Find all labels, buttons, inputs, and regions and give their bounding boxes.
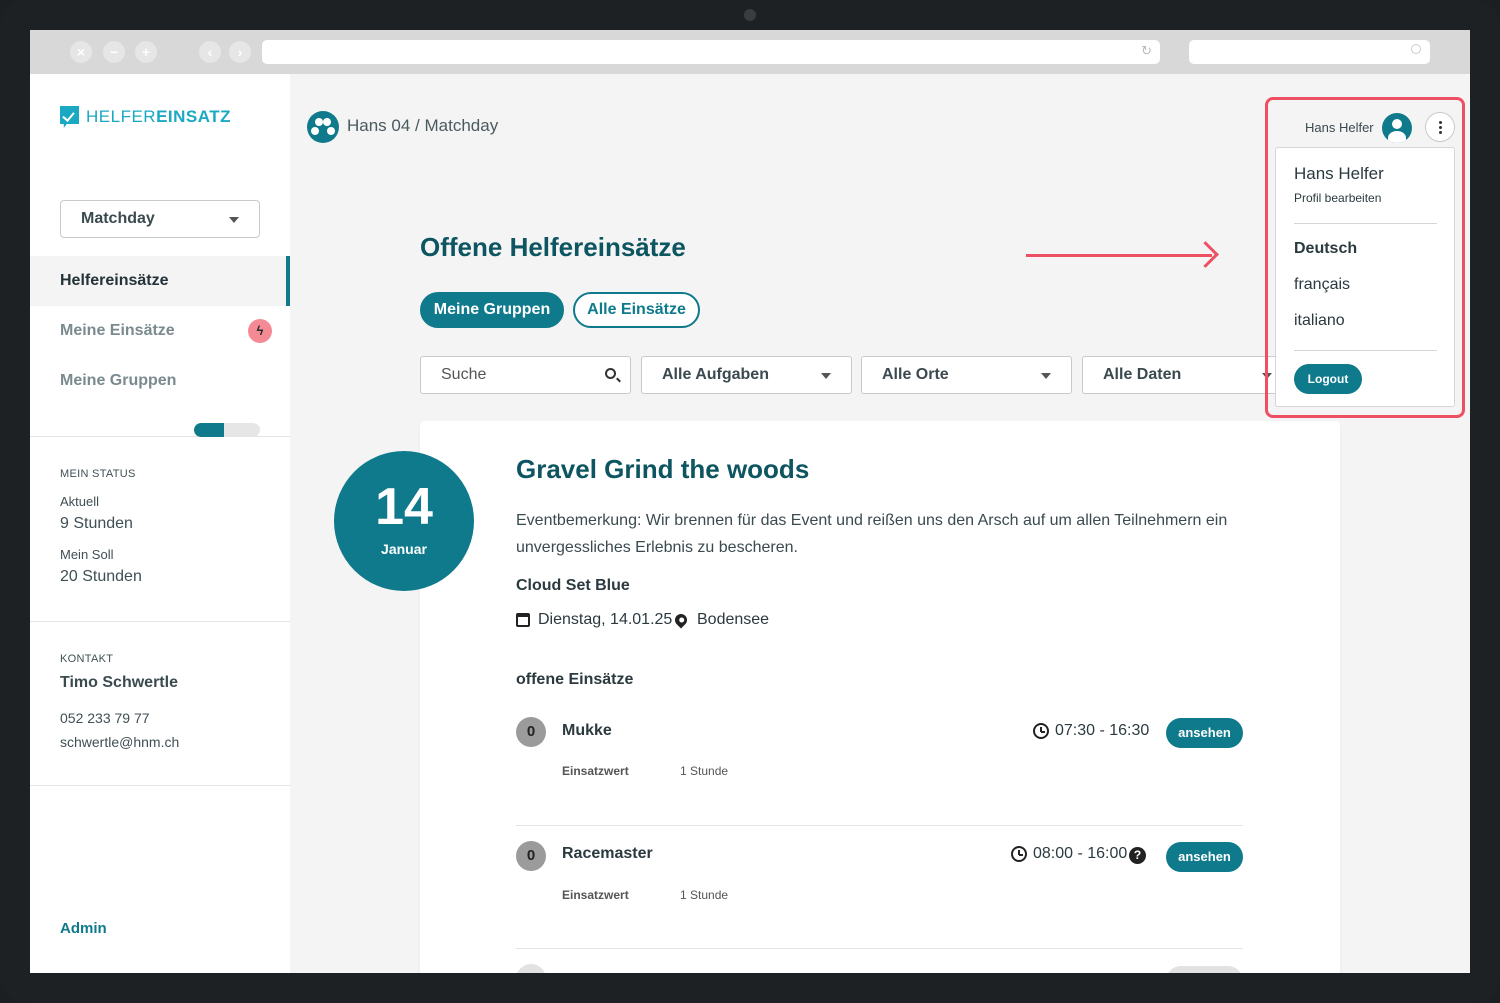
- group-icon-dot: [323, 118, 331, 126]
- address-bar[interactable]: ↻: [262, 40, 1160, 64]
- status-heading: MEIN STATUS: [60, 468, 136, 480]
- task-value: 1 Stunde: [680, 764, 729, 778]
- camera-dot: [744, 9, 756, 21]
- search-icon: [1411, 44, 1421, 54]
- contact-phone[interactable]: 052 233 79 77: [60, 710, 150, 726]
- event-month: Januar: [381, 541, 427, 557]
- event-remark: Eventbemerkung: Wir brennen für das Even…: [516, 512, 1228, 556]
- status-current-label: Aktuell: [60, 494, 100, 509]
- task-divider: [516, 825, 1243, 826]
- device-frame: × − + ‹ › ↻ HELFER EINSATZ Matchday Helf…: [0, 0, 1500, 1003]
- chevron-down-icon: [229, 217, 239, 223]
- sidebar: HELFER EINSATZ Matchday Helfereinsätze M…: [30, 74, 290, 973]
- search-icon: [605, 368, 616, 379]
- view-task-button[interactable]: ansehen: [1166, 842, 1243, 872]
- reload-icon[interactable]: ↻: [1141, 43, 1152, 59]
- tab-alle-einsaetze[interactable]: Alle Einsätze: [573, 292, 700, 328]
- event-location-text: Bodensee: [697, 611, 770, 628]
- task-value-label: Einsatzwert: [562, 764, 629, 778]
- logo-check-icon: [60, 106, 79, 128]
- status-target-value: 20 Stunden: [60, 568, 142, 585]
- sidebar-divider: [30, 621, 290, 622]
- group-icon: [307, 111, 339, 143]
- sidebar-item-label: Meine Einsätze: [60, 322, 175, 339]
- group-icon-dot: [315, 118, 323, 126]
- browser-screen: × − + ‹ › ↻ HELFER EINSATZ Matchday Helf…: [30, 30, 1470, 973]
- event-subtitle: Cloud Set Blue: [516, 577, 630, 594]
- task-count-badge: 0: [516, 717, 546, 747]
- browser-toolbar: × − + ‹ › ↻: [30, 30, 1470, 74]
- view-task-button[interactable]: ansehen: [1166, 718, 1243, 748]
- event-date-text: Dienstag, 14.01.25: [538, 611, 673, 628]
- task-name: Racemaster: [562, 845, 653, 862]
- group-icon-dot: [311, 127, 319, 135]
- contact-heading: KONTAKT: [60, 653, 114, 665]
- logo-text-light: HELFER: [86, 107, 157, 126]
- clock-icon: [1011, 846, 1027, 862]
- maximize-window-icon[interactable]: +: [135, 41, 157, 63]
- minimize-window-icon[interactable]: −: [103, 41, 125, 63]
- task-name: Mukke: [562, 722, 612, 739]
- task-time-text: 07:30 - 16:30: [1055, 722, 1150, 739]
- task-filter-value: Alle Aufgaben: [662, 366, 769, 383]
- status-current-value: 9 Stunden: [60, 515, 133, 532]
- logo[interactable]: HELFER EINSATZ: [60, 105, 231, 129]
- task-count-badge: 0: [516, 841, 546, 871]
- search-input[interactable]: Suche: [420, 356, 631, 394]
- event-select-value: Matchday: [81, 210, 155, 227]
- event-location: Bodensee: [672, 611, 770, 629]
- annotation-arrow-icon: [1026, 254, 1212, 257]
- highlight-box: [1265, 97, 1465, 418]
- status-progress-fill: [194, 423, 224, 437]
- browser-search-bar[interactable]: [1189, 40, 1430, 64]
- sidebar-item-meine-gruppen[interactable]: Meine Gruppen: [30, 356, 290, 406]
- place-filter-value: Alle Orte: [882, 366, 949, 383]
- place-filter[interactable]: Alle Orte: [861, 356, 1072, 394]
- status-target-label: Mein Soll: [60, 547, 114, 562]
- location-pin-icon: [672, 611, 690, 629]
- date-filter-value: Alle Daten: [1103, 366, 1182, 383]
- chevron-down-icon: [1041, 373, 1051, 379]
- page-title: Offene Helfereinsätze: [420, 232, 686, 262]
- lightning-icon: ϟ: [248, 319, 272, 343]
- event-card: [420, 421, 1340, 973]
- sidebar-item-meine-einsaetze[interactable]: Meine Einsätze ϟ: [30, 306, 290, 356]
- forward-arrow-icon[interactable]: ›: [229, 41, 251, 63]
- task-filter[interactable]: Alle Aufgaben: [641, 356, 852, 394]
- task-value-label: Einsatzwert: [562, 888, 629, 902]
- chevron-down-icon: [821, 373, 831, 379]
- event-title[interactable]: Gravel Grind the woods: [516, 454, 809, 485]
- logo-text-bold: EINSATZ: [156, 107, 232, 126]
- task-time-text: 08:00 - 16:00: [1033, 845, 1128, 862]
- event-date: Dienstag, 14.01.25: [516, 611, 672, 629]
- sidebar-item-label: Meine Gruppen: [60, 372, 177, 389]
- event-select[interactable]: Matchday: [60, 200, 260, 238]
- search-placeholder: Suche: [441, 366, 487, 383]
- event-day: 14: [375, 478, 433, 536]
- group-icon-dot: [327, 127, 335, 135]
- close-window-icon[interactable]: ×: [70, 41, 92, 63]
- task-time: 07:30 - 16:30: [1033, 722, 1149, 740]
- sidebar-item-helfereinsaetze[interactable]: Helfereinsätze: [30, 256, 290, 306]
- tab-meine-gruppen[interactable]: Meine Gruppen: [420, 292, 564, 328]
- sidebar-divider: [30, 785, 290, 786]
- contact-email[interactable]: schwertle@hnm.ch: [60, 734, 179, 750]
- contact-name: Timo Schwertle: [60, 674, 178, 691]
- event-date-badge: 14 Januar: [334, 451, 474, 591]
- view-task-button[interactable]: [1166, 966, 1243, 973]
- date-filter[interactable]: Alle Daten: [1082, 356, 1293, 394]
- status-progress-bar: [194, 423, 260, 437]
- open-tasks-heading: offene Einsätze: [516, 671, 634, 688]
- task-time: 08:00 - 16:00: [1011, 845, 1127, 863]
- admin-link[interactable]: Admin: [60, 920, 107, 937]
- calendar-icon: [516, 613, 530, 627]
- clock-icon: [1033, 723, 1049, 739]
- help-icon[interactable]: ?: [1129, 847, 1146, 864]
- task-divider: [516, 948, 1243, 949]
- breadcrumb[interactable]: Hans 04 / Matchday: [347, 116, 498, 136]
- back-arrow-icon[interactable]: ‹: [199, 41, 221, 63]
- task-value: 1 Stunde: [680, 888, 729, 902]
- sidebar-item-label: Helfereinsätze: [60, 272, 169, 289]
